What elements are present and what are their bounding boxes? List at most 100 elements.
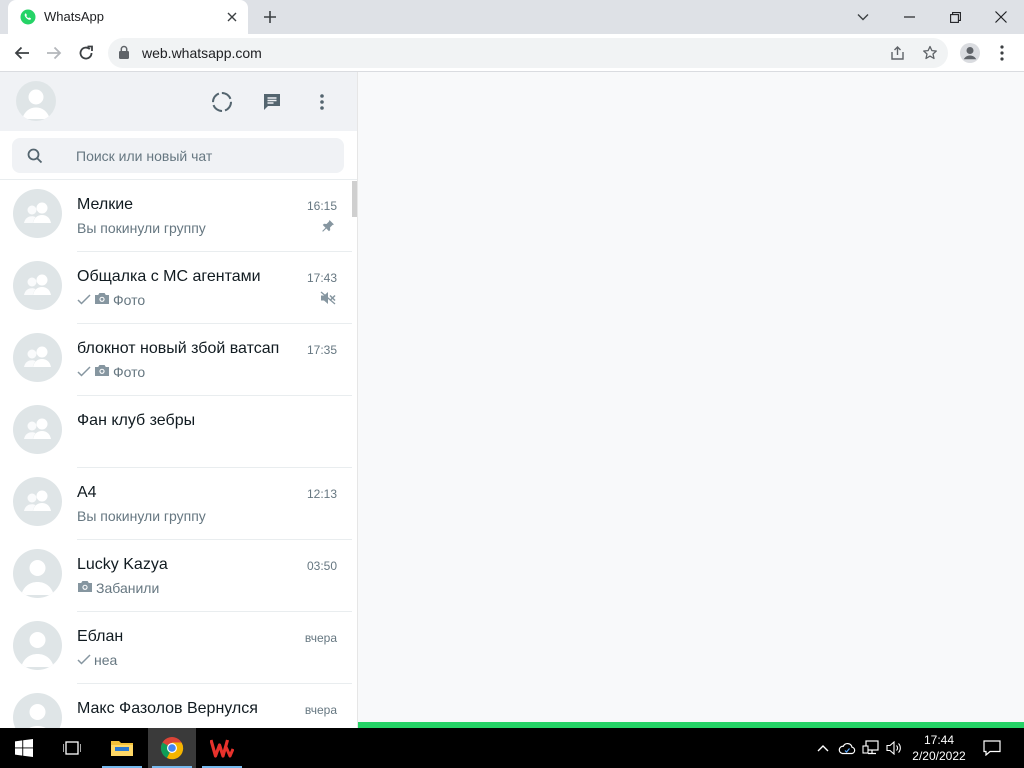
group-avatar-icon — [13, 189, 62, 238]
pin-icon — [320, 218, 336, 234]
start-windows-icon[interactable] — [0, 728, 48, 768]
taskbar-clock[interactable]: 17:44 2/20/2022 — [902, 732, 976, 764]
sent-check-icon — [77, 292, 91, 308]
browser-tab-whatsapp[interactable]: WhatsApp — [8, 0, 248, 34]
chat-name: Еблан — [77, 628, 124, 645]
wps-office-icon[interactable] — [198, 728, 246, 768]
new-chat-icon[interactable] — [258, 88, 286, 116]
browser-menu-icon[interactable] — [988, 39, 1016, 67]
chat-list: Мелкие 16:15 Вы покинули группу Общалка с М… — [0, 180, 352, 728]
back-arrow-icon[interactable] — [8, 39, 36, 67]
chat-list-item[interactable]: Lucky Kazya 03:50 Забанили — [0, 540, 352, 612]
chat-item-body: А4 12:13 Вы покинули группу — [77, 468, 352, 540]
chat-list-item[interactable]: А4 12:13 Вы покинули группу — [0, 468, 352, 540]
task-view-icon[interactable] — [48, 728, 96, 768]
chat-time: вчера — [304, 631, 337, 645]
tab-search-chevron-icon[interactable] — [840, 0, 886, 34]
camera-icon — [94, 292, 110, 308]
chat-list-item[interactable]: блокнот новый збой ватсап 17:35 Фото — [0, 324, 352, 396]
chrome-icon[interactable] — [148, 728, 196, 768]
profile-icon[interactable] — [956, 39, 984, 67]
clock-time: 17:44 — [923, 733, 955, 747]
browser-titlebar: WhatsApp — [0, 0, 1024, 34]
sent-check-icon — [77, 364, 91, 380]
chat-preview: Фото — [77, 292, 307, 308]
chat-preview-text: Фото — [113, 364, 146, 380]
chat-time: 16:15 — [306, 199, 337, 213]
chat-list-item[interactable]: Общалка с МС агентами 17:43 Фото — [0, 252, 352, 324]
whatsapp-app: Мелкие 16:15 Вы покинули группу Общалка с М… — [0, 72, 1024, 728]
chat-preview-text: Вы покинули группу — [77, 220, 206, 236]
status-icon[interactable] — [208, 88, 236, 116]
chat-name: Макс Фазолов Вернулся — [77, 700, 258, 717]
chat-item-body: блокнот новый збой ватсап 17:35 Фото — [77, 324, 352, 396]
search-box[interactable] — [12, 138, 344, 173]
onedrive-cloud-icon[interactable] — [836, 728, 858, 768]
chat-preview: неа — [77, 652, 307, 668]
search-icon[interactable] — [26, 147, 44, 165]
chat-preview: Вы покинули группу — [77, 508, 307, 524]
windows-taskbar: 17:44 2/20/2022 — [0, 728, 1024, 768]
conversation-pane-placeholder — [358, 72, 1024, 728]
chat-item-body: Мелкие 16:15 Вы покинули группу — [77, 180, 352, 252]
chat-list-item[interactable]: Фан клуб зебры — [0, 396, 352, 468]
chat-name: Lucky Kazya — [77, 556, 168, 573]
chat-item-body: Lucky Kazya 03:50 Забанили — [77, 540, 352, 612]
notification-center-icon[interactable] — [980, 728, 1004, 768]
chat-time: 12:13 — [306, 487, 337, 501]
chat-item-body: Еблан вчера неа — [77, 612, 352, 684]
chat-preview-text: Вы покинули группу — [77, 508, 206, 524]
chat-name: Фан клуб зебры — [77, 412, 196, 429]
chat-list-item[interactable]: Макс Фазолов Вернулся вчера — [0, 684, 352, 728]
chat-item-body: Макс Фазолов Вернулся вчера — [77, 684, 352, 728]
chat-name: А4 — [77, 484, 97, 501]
close-tab-icon[interactable] — [222, 7, 242, 27]
chat-time: 03:50 — [306, 559, 337, 573]
chat-preview-text: Забанили — [96, 580, 160, 596]
chat-time: 17:35 — [306, 343, 337, 357]
minimize-icon[interactable] — [886, 0, 932, 34]
tray-overflow-chevron-icon[interactable] — [812, 728, 834, 768]
group-avatar-icon — [13, 333, 62, 382]
close-window-icon[interactable] — [978, 0, 1024, 34]
group-avatar-icon — [13, 477, 62, 526]
camera-icon — [77, 580, 93, 596]
sidebar-header — [0, 72, 357, 131]
chat-name: Мелкие — [77, 196, 134, 213]
browser-toolbar: web.whatsapp.com — [0, 34, 1024, 72]
chat-preview: Фото — [77, 364, 307, 380]
my-avatar-icon[interactable] — [16, 81, 56, 121]
url-text: web.whatsapp.com — [142, 45, 262, 61]
reload-icon[interactable] — [72, 39, 100, 67]
chat-list-item[interactable]: Еблан вчера неа — [0, 612, 352, 684]
search-bar — [0, 131, 357, 180]
lock-icon — [118, 45, 132, 61]
chat-list-item[interactable]: Мелкие 16:15 Вы покинули группу — [0, 180, 352, 252]
clock-date: 2/20/2022 — [912, 749, 966, 763]
chat-sidebar: Мелкие 16:15 Вы покинули группу Общалка с М… — [0, 72, 358, 728]
chat-time: вчера — [304, 703, 337, 717]
network-icon[interactable] — [860, 728, 882, 768]
chat-preview-text: неа — [94, 652, 118, 668]
chat-item-body: Фан клуб зебры — [77, 396, 352, 468]
whatsapp-favicon-icon — [20, 9, 36, 25]
contact-avatar-icon — [13, 693, 62, 728]
contact-avatar-icon — [13, 621, 62, 670]
menu-kebab-icon[interactable] — [308, 88, 336, 116]
new-tab-icon[interactable] — [258, 5, 282, 29]
sent-check-icon — [77, 652, 91, 668]
address-bar[interactable]: web.whatsapp.com — [108, 38, 948, 68]
tab-title: WhatsApp — [44, 9, 104, 24]
share-icon[interactable] — [888, 43, 908, 63]
chat-preview: Забанили — [77, 580, 307, 596]
bookmark-star-icon[interactable] — [920, 43, 940, 63]
forward-arrow-icon[interactable] — [40, 39, 68, 67]
chat-time: 17:43 — [306, 271, 337, 285]
chat-item-body: Общалка с МС агентами 17:43 Фото — [77, 252, 352, 324]
group-avatar-icon — [13, 405, 62, 454]
file-explorer-icon[interactable] — [98, 728, 146, 768]
restore-icon[interactable] — [932, 0, 978, 34]
chat-preview-text: Фото — [113, 292, 146, 308]
search-input[interactable] — [76, 138, 336, 173]
group-avatar-icon — [13, 261, 62, 310]
